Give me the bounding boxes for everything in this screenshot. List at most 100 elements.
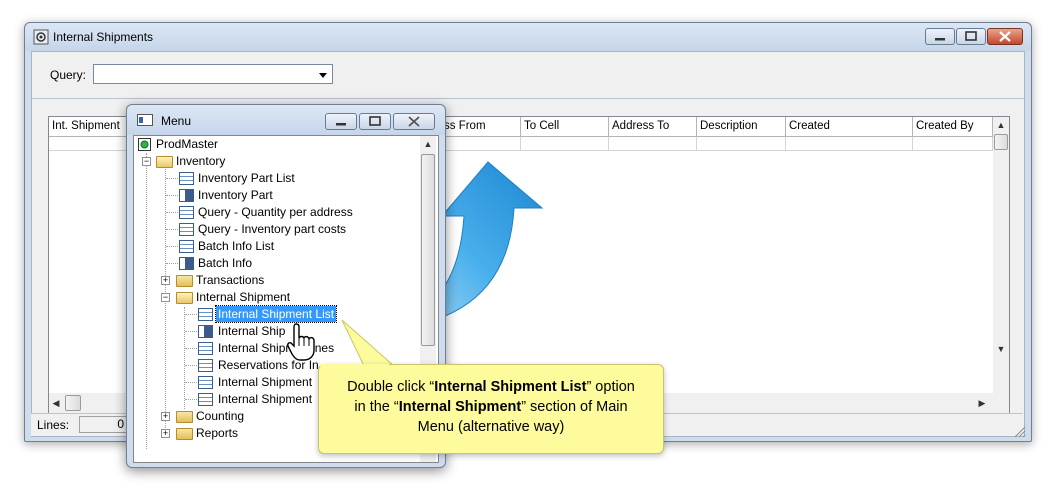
tree-item-label: ProdMaster <box>156 137 219 151</box>
scroll-up-button[interactable]: ▲ <box>993 117 1009 133</box>
grid-cell[interactable] <box>521 137 609 151</box>
maximize-icon <box>965 31 977 41</box>
form-icon <box>179 257 194 270</box>
folder-icon <box>156 156 173 168</box>
close-icon <box>999 31 1011 42</box>
scroll-down-button[interactable]: ▼ <box>993 341 1009 357</box>
instruction-callout: Double click “Internal Shipment List” op… <box>318 364 664 454</box>
column-header-to-cell[interactable]: To Cell <box>521 117 609 137</box>
column-header-created-by[interactable]: Created By <box>913 117 993 137</box>
tree-item-inventory[interactable]: − Inventory <box>136 153 406 170</box>
collapse-toggle[interactable]: − <box>142 157 151 166</box>
tree-item-internal-shipment-folder[interactable]: − Internal Shipment <box>136 289 406 306</box>
menu-title-bar[interactable]: Menu <box>127 105 445 135</box>
scroll-right-button[interactable]: ▶ <box>975 395 989 411</box>
grid-cell[interactable] <box>913 137 993 151</box>
callout-text: in the “ <box>354 399 399 415</box>
tree-guide <box>185 348 197 349</box>
query-combo[interactable] <box>93 64 333 84</box>
close-button[interactable] <box>987 28 1023 45</box>
tree-item-batch-info-list[interactable]: Batch Info List <box>136 238 406 255</box>
menu-scroll-thumb[interactable] <box>421 154 435 346</box>
maximize-button[interactable] <box>956 28 986 45</box>
list-icon <box>198 376 213 389</box>
divider <box>32 98 1024 99</box>
menu-window-icon <box>137 114 153 126</box>
list-icon <box>179 240 194 253</box>
expand-toggle[interactable]: + <box>161 412 170 421</box>
tree-item-prodmaster[interactable]: ProdMaster <box>136 136 406 153</box>
callout-line-3: Menu (alternative way) <box>417 419 565 435</box>
tree-item-label: Internal Shipment <box>218 392 313 406</box>
app-icon <box>33 29 49 45</box>
tree-item-batch-info[interactable]: Batch Info <box>136 255 406 272</box>
tree-guide <box>185 331 197 332</box>
tree-item-label: Batch Info List <box>198 239 275 253</box>
expand-toggle[interactable]: + <box>161 276 170 285</box>
column-header-address-from[interactable]: ss From <box>441 117 521 137</box>
column-header-int-shipment[interactable]: Int. Shipment <box>49 117 127 137</box>
callout-text: ” option <box>586 379 635 395</box>
root-icon <box>138 138 151 151</box>
grid-cell[interactable] <box>786 137 913 151</box>
grid-cell[interactable] <box>609 137 697 151</box>
tree-guide <box>166 263 178 264</box>
tree-item-label: Batch Info <box>198 256 253 270</box>
column-header-description[interactable]: Description <box>697 117 786 137</box>
folder-icon <box>176 292 193 304</box>
tree-guide <box>166 178 178 179</box>
list-icon <box>198 308 213 321</box>
vertical-scroll-thumb[interactable] <box>994 134 1008 150</box>
grid-cell[interactable] <box>49 137 127 151</box>
tree-item-inventory-part[interactable]: Inventory Part <box>136 187 406 204</box>
tree-item-label-selected: Internal Shipment List <box>214 305 338 323</box>
menu-title: Menu <box>161 114 192 128</box>
menu-maximize-button[interactable] <box>359 113 391 130</box>
tree-item-transactions[interactable]: + Transactions <box>136 272 406 289</box>
menu-minimize-button[interactable] <box>325 113 357 130</box>
tree-guide <box>166 212 178 213</box>
tree-item-label: Query - Quantity per address <box>198 205 353 219</box>
close-icon <box>408 116 420 127</box>
tree-item-label: Inventory Part <box>198 188 273 202</box>
resize-grip-icon[interactable] <box>1012 424 1026 438</box>
menu-scroll-up-button[interactable]: ▲ <box>420 136 436 152</box>
form-icon <box>179 189 194 202</box>
horizontal-scroll-thumb[interactable] <box>65 395 81 411</box>
minimize-button[interactable] <box>925 28 955 45</box>
tree-item-label: Query - Inventory part costs <box>198 222 347 236</box>
expand-toggle[interactable]: + <box>161 429 170 438</box>
list-icon <box>198 393 213 406</box>
callout-text: ” section of Main <box>521 399 628 415</box>
title-bar[interactable]: Internal Shipments <box>25 23 1031 51</box>
tree-item-inventory-part-list[interactable]: Inventory Part List <box>136 170 406 187</box>
scroll-left-button[interactable]: ◀ <box>49 395 63 411</box>
column-header-created[interactable]: Created <box>786 117 913 137</box>
tree-item-query-costs[interactable]: Query - Inventory part costs <box>136 221 406 238</box>
tree-guide <box>166 246 178 247</box>
chevron-down-icon <box>319 73 327 78</box>
hand-cursor-icon <box>287 323 315 361</box>
lines-label: Lines: <box>37 418 70 432</box>
tree-guide <box>185 314 197 315</box>
tree-item-label: Inventory <box>176 154 226 168</box>
menu-close-button[interactable] <box>393 113 435 130</box>
tree-guide <box>185 382 197 383</box>
callout-pointer <box>341 319 396 367</box>
collapse-toggle[interactable]: − <box>161 293 170 302</box>
callout-text: Double click “ <box>347 379 435 395</box>
callout-line-1: Double click “Internal Shipment List” op… <box>319 377 663 397</box>
vertical-scrollbar[interactable]: ▲ ▼ <box>993 117 1009 393</box>
callout-line-2: in the “Internal Shipment” section of Ma… <box>319 397 663 417</box>
grid-cell[interactable] <box>697 137 786 151</box>
maximize-icon <box>369 116 381 126</box>
query-label: Query: <box>50 68 87 82</box>
list-icon <box>198 359 213 372</box>
tree-item-label: Internal Ship <box>218 324 286 338</box>
grid-cell[interactable] <box>441 137 521 151</box>
column-header-address-to[interactable]: Address To <box>609 117 697 137</box>
callout-text-bold: Internal Shipment List <box>434 379 587 395</box>
form-icon <box>198 325 213 338</box>
tree-item-query-quantity[interactable]: Query - Quantity per address <box>136 204 406 221</box>
tree-item-label: Counting <box>196 409 245 423</box>
